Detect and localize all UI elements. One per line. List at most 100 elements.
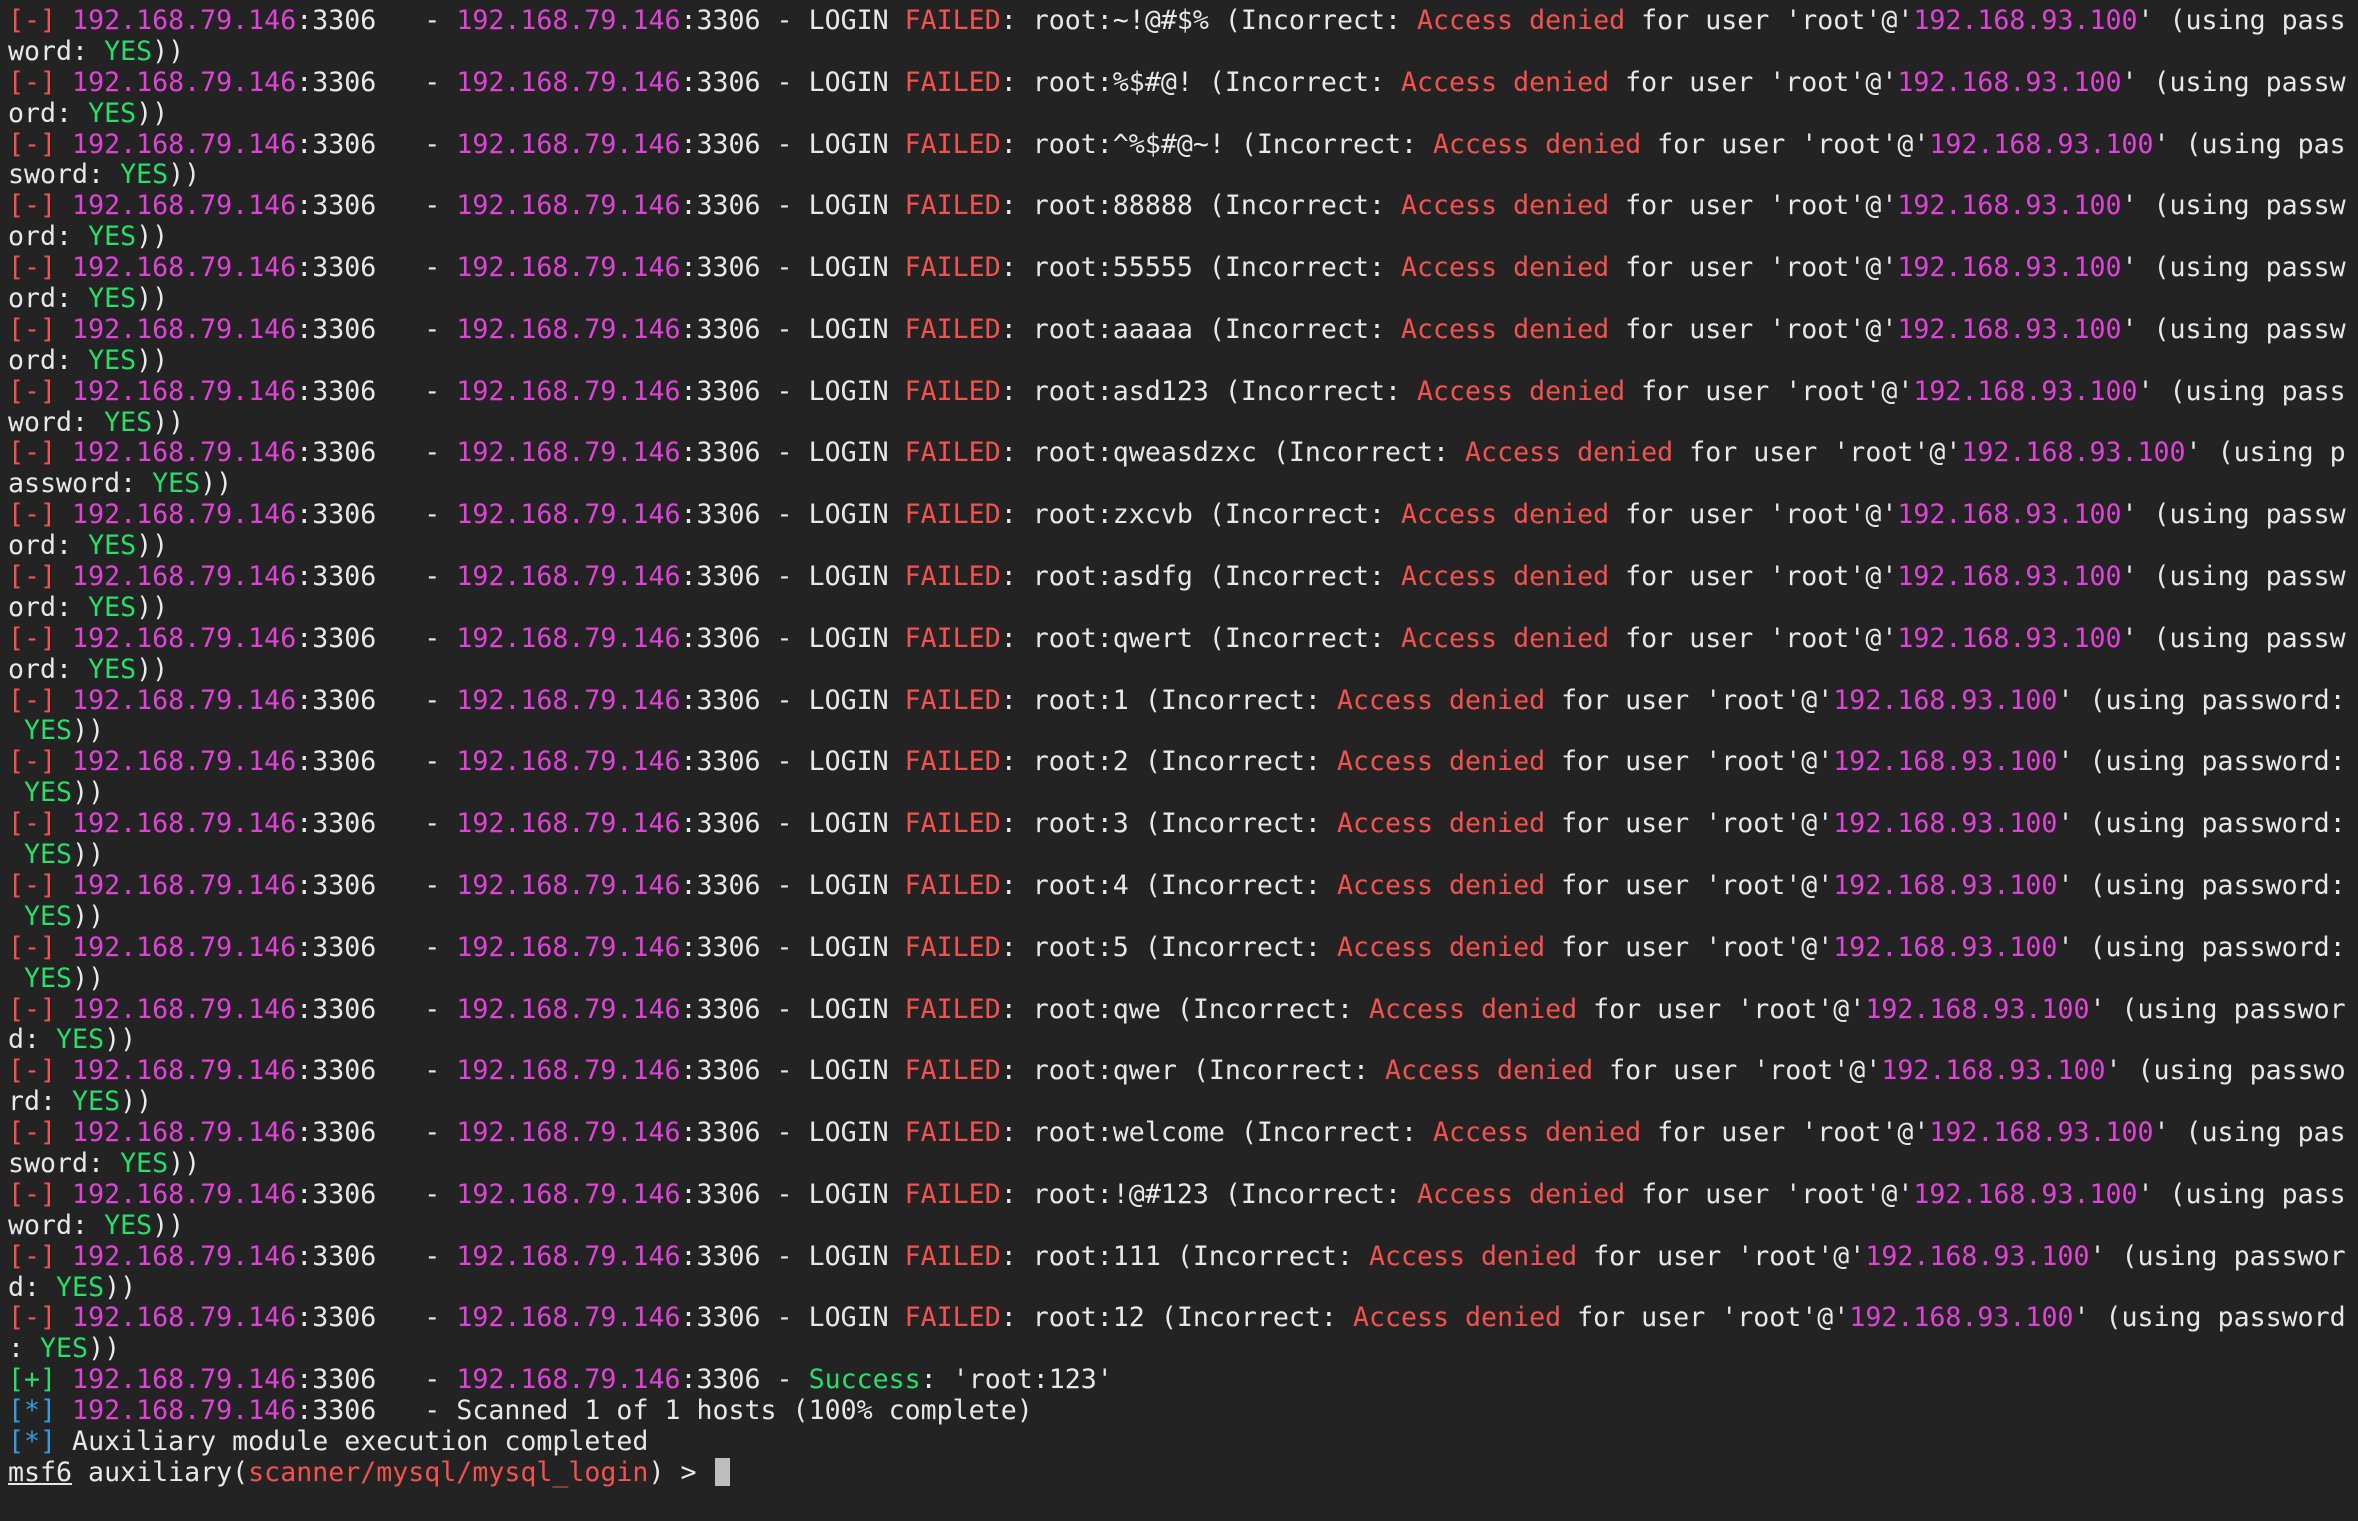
terminal-text-segment: YES [24, 963, 73, 994]
terminal-text-segment: )) [136, 284, 169, 315]
terminal-text-segment: Access denied [1417, 376, 1626, 407]
terminal-text-segment: 192.168.79.146 [56, 1365, 297, 1396]
terminal-text-segment: : root:asdfg (Incorrect: [1000, 562, 1401, 593]
terminal-text-segment: YES [24, 716, 73, 747]
terminal-text-segment: ord: [8, 98, 89, 129]
terminal-text-segment: )) [136, 592, 169, 623]
terminal-text-segment: ord: [8, 592, 89, 623]
terminal-text-segment: FAILED [904, 1056, 1001, 1087]
terminal-text-segment: for user 'root'@' [1641, 129, 1930, 160]
terminal-text-segment: FAILED [904, 994, 1001, 1025]
terminal-text-segment: YES [88, 98, 137, 129]
terminal-text-segment: FAILED [904, 438, 1001, 469]
terminal-text-segment: ' (using passw [2121, 191, 2346, 222]
terminal-text-segment: : root:qwert (Incorrect: [1000, 623, 1401, 654]
terminal-text-segment: YES [24, 840, 73, 871]
terminal-text-segment: : root:12 (Incorrect: [1000, 1303, 1353, 1334]
terminal-text-segment: :3306 - [296, 994, 457, 1025]
terminal-text-segment: 192.168.79.146 [456, 932, 681, 963]
terminal-text-segment: 192.168.79.146 [56, 1056, 297, 1087]
terminal-line: [-] 192.168.79.146:3306 - 192.168.79.146… [8, 191, 2358, 222]
terminal-text-segment: for user 'root'@' [1625, 6, 1914, 36]
terminal-window[interactable]: [-] 192.168.79.146:3306 - 192.168.79.146… [0, 0, 2358, 1521]
terminal-text-segment: FAILED [904, 685, 1001, 716]
text-cursor[interactable] [714, 1457, 730, 1486]
terminal-text-segment: 192.168.79.146 [456, 67, 681, 98]
terminal-text-segment: FAILED [904, 500, 1001, 531]
terminal-text-segment: ' (using password: [2057, 932, 2346, 963]
terminal-line: [-] 192.168.79.146:3306 - 192.168.79.146… [8, 438, 2358, 469]
terminal-line: [-] 192.168.79.146:3306 - 192.168.79.146… [8, 933, 2358, 964]
terminal-line: [-] 192.168.79.146:3306 - 192.168.79.146… [8, 500, 2358, 531]
terminal-text-segment: [-] [8, 129, 57, 160]
terminal-line: [-] 192.168.79.146:3306 - 192.168.79.146… [8, 68, 2358, 99]
terminal-text-segment: 192.168.93.100 [1897, 67, 2122, 98]
terminal-text-segment: YES [104, 1210, 153, 1241]
terminal-text-segment: FAILED [904, 1303, 1001, 1334]
terminal-text-segment: )) [136, 98, 169, 129]
terminal-text-segment: YES [56, 1025, 105, 1056]
terminal-text-segment: 192.168.79.146 [56, 747, 297, 778]
terminal-text-segment: :3306 - [296, 191, 457, 222]
terminal-text-segment: Access denied [1401, 623, 1610, 654]
terminal-text-segment: :3306 - LOGIN [680, 932, 905, 963]
terminal-text-segment: 192.168.79.146 [456, 747, 681, 778]
terminal-text-segment: )) [88, 1334, 121, 1365]
terminal-text-segment: ' (using passw [2121, 253, 2346, 284]
terminal-text-segment: :3306 - LOGIN [680, 1179, 905, 1210]
terminal-text-segment: 192.168.79.146 [456, 191, 681, 222]
terminal-text-segment: FAILED [904, 1241, 1001, 1272]
terminal-text-segment: for user 'root'@' [1545, 685, 1834, 716]
terminal-text-segment: )) [136, 222, 169, 253]
terminal-text-segment: YES [88, 222, 137, 253]
terminal-text-segment: [-] [8, 870, 57, 901]
terminal-text-segment: FAILED [904, 376, 1001, 407]
terminal-text-segment: 192.168.93.100 [1961, 438, 2186, 469]
terminal-text-segment: for user 'root'@' [1609, 191, 1898, 222]
terminal-text-segment: ' (using passw [2121, 500, 2346, 531]
terminal-text-segment: )) [168, 1148, 201, 1179]
terminal-text-segment: Access denied [1433, 129, 1642, 160]
terminal-text-segment: :3306 - LOGIN [680, 685, 905, 716]
terminal-text-segment: word: [8, 1210, 105, 1241]
terminal-text-segment: ' (using pass [2137, 376, 2346, 407]
terminal-text-segment: YES [88, 531, 137, 562]
command-prompt-line[interactable]: msf6 auxiliary(scanner/mysql/mysql_login… [8, 1457, 2358, 1489]
terminal-text-segment: 192.168.93.100 [1849, 1303, 2074, 1334]
terminal-text-segment: for user 'root'@' [1609, 623, 1898, 654]
terminal-text-segment: 192.168.79.146 [56, 129, 297, 160]
terminal-line: ord: YES)) [8, 655, 2358, 686]
terminal-text-segment: : root:55555 (Incorrect: [1000, 253, 1401, 284]
terminal-text-segment: YES [104, 36, 153, 67]
terminal-text-segment: :3306 - LOGIN [680, 500, 905, 531]
terminal-text-segment: : [8, 1334, 41, 1365]
terminal-text-segment: : root:~!@#$% (Incorrect: [1000, 6, 1417, 36]
terminal-line: ord: YES)) [8, 531, 2358, 562]
terminal-line: : YES)) [8, 1334, 2358, 1365]
terminal-text-segment: [-] [8, 1179, 57, 1210]
terminal-text-segment: : root:zxcvb (Incorrect: [1000, 500, 1401, 531]
terminal-text-segment: YES [88, 284, 137, 315]
terminal-text-segment: for user 'root'@' [1593, 1056, 1882, 1087]
terminal-text-segment: 192.168.79.146 [56, 1179, 297, 1210]
prompt-name: msf6 [8, 1457, 73, 1488]
terminal-text-segment: :3306 - LOGIN [680, 438, 905, 469]
terminal-line: [-] 192.168.79.146:3306 - 192.168.79.146… [8, 747, 2358, 778]
terminal-text-segment: for user 'root'@' [1609, 67, 1898, 98]
terminal-text-segment: Auxiliary module execution completed [56, 1426, 649, 1457]
terminal-text-segment: for user 'root'@' [1673, 438, 1962, 469]
terminal-text-segment: for user 'root'@' [1641, 1118, 1930, 1149]
terminal-line: [-] 192.168.79.146:3306 - 192.168.79.146… [8, 253, 2358, 284]
terminal-text-segment: FAILED [904, 1118, 1001, 1149]
terminal-line: [*] Auxiliary module execution completed [8, 1427, 2358, 1458]
terminal-text-segment: FAILED [904, 314, 1001, 345]
terminal-text-segment: : 'root:123' [920, 1365, 1113, 1396]
terminal-text-segment: 192.168.93.100 [1881, 1056, 2106, 1087]
terminal-text-segment: [-] [8, 376, 57, 407]
terminal-text-segment: YES [24, 901, 73, 932]
terminal-line: [-] 192.168.79.146:3306 - 192.168.79.146… [8, 315, 2358, 346]
terminal-text-segment: )) [136, 654, 169, 685]
terminal-text-segment: :3306 - LOGIN [680, 67, 905, 98]
